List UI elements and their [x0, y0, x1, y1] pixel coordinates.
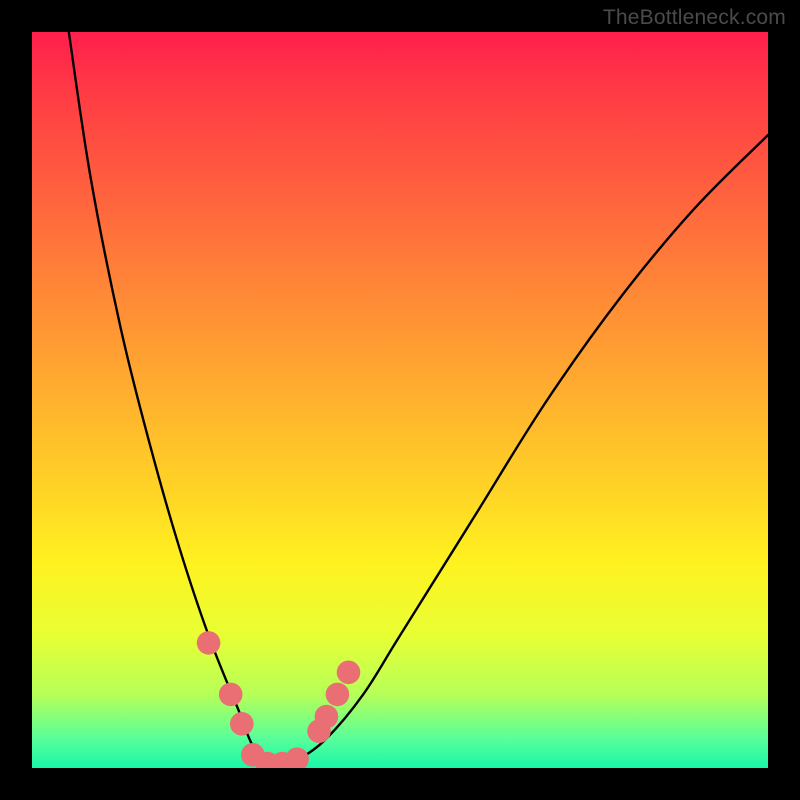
left-marker-1 [197, 631, 221, 655]
source-watermark: TheBottleneck.com [603, 6, 786, 30]
chart-frame: TheBottleneck.com [0, 0, 800, 800]
plot-area [32, 32, 768, 768]
right-marker-3 [326, 683, 350, 707]
chart-svg [32, 32, 768, 768]
left-marker-2 [219, 683, 243, 707]
left-marker-3 [230, 712, 254, 736]
bottleneck-curve [69, 32, 768, 768]
valley-marker-4 [285, 747, 309, 768]
right-marker-4 [337, 661, 361, 685]
marker-layer [197, 631, 361, 768]
curve-layer [69, 32, 768, 768]
right-marker-2 [315, 705, 339, 729]
